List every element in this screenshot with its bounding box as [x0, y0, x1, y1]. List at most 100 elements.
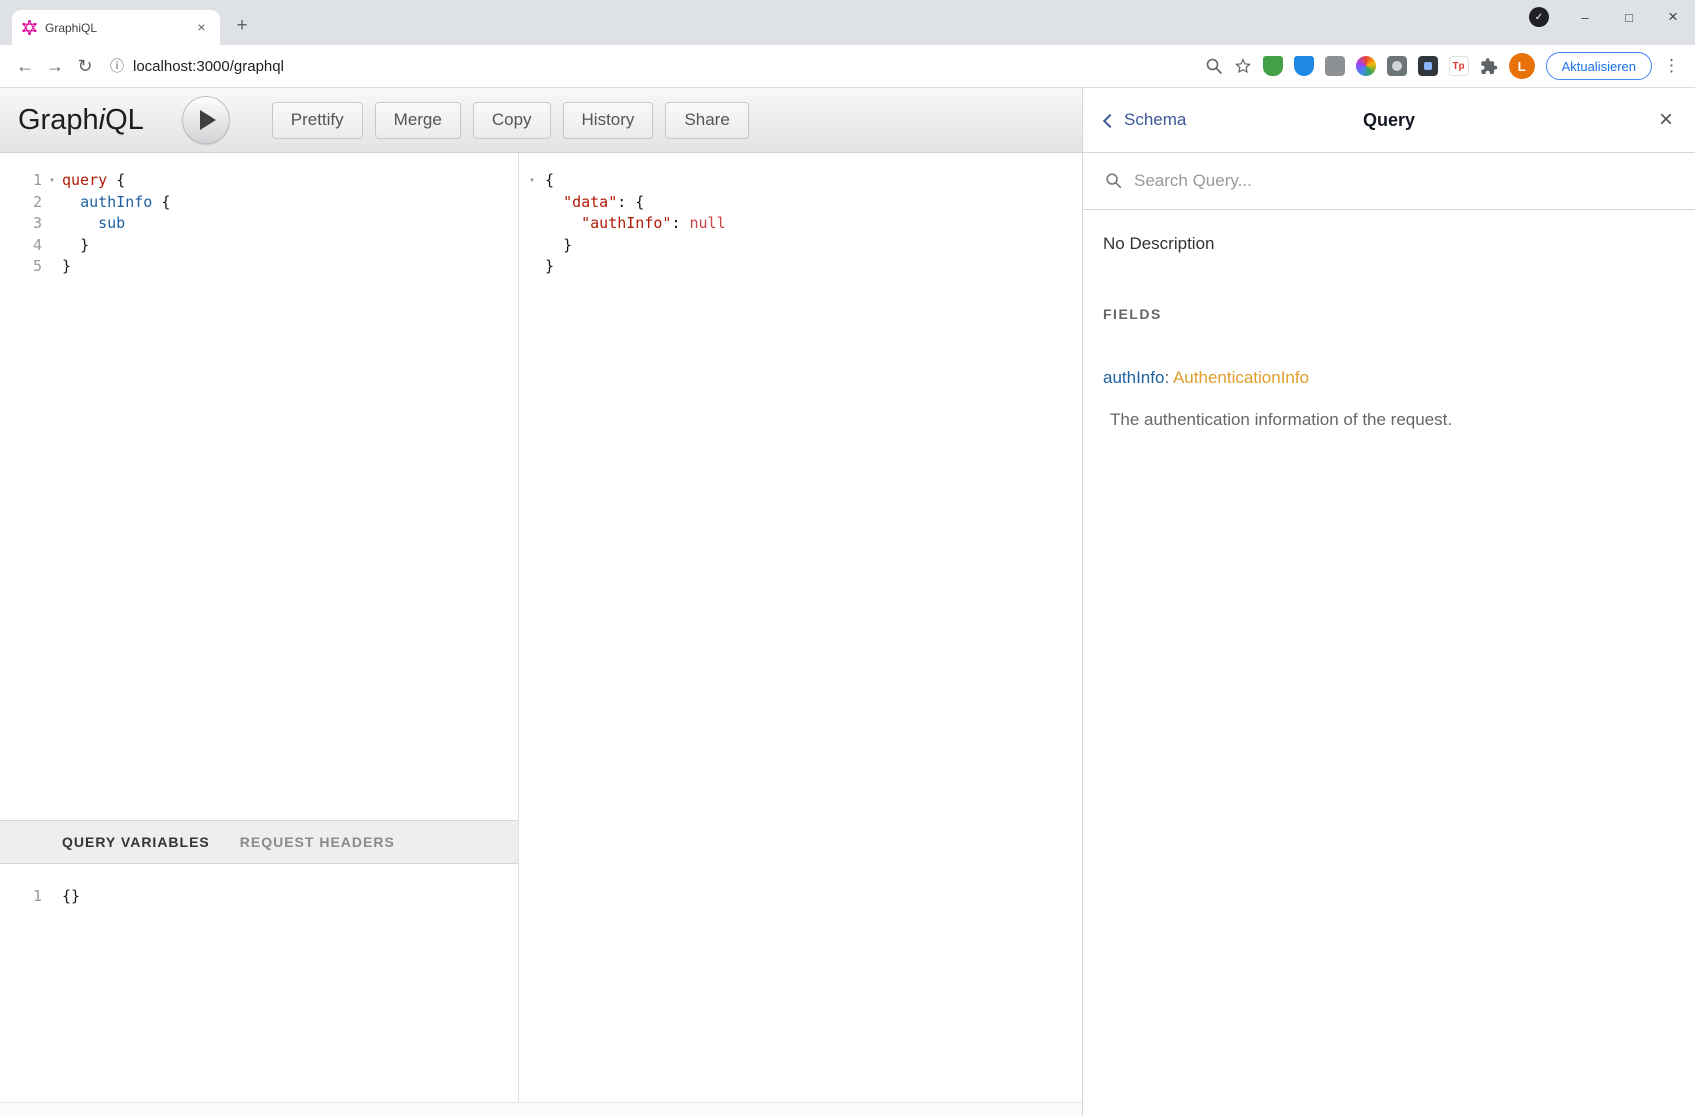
- code-line: "data": {: [519, 192, 1082, 214]
- fold-gutter: [519, 213, 545, 235]
- line-number: 2: [0, 192, 42, 214]
- navbar-actions: Tp L Aktualisieren ⋮: [1205, 52, 1685, 80]
- line-number: 3: [0, 213, 42, 235]
- horizontal-scrollbar[interactable]: [0, 1102, 1082, 1116]
- doc-body: No Description FIELDS authInfo: Authenti…: [1083, 210, 1695, 454]
- extension-icon-camera[interactable]: [1387, 56, 1407, 76]
- graphiql-app: GraphiQL Prettify Merge Copy History Share 1…: [0, 88, 1695, 1116]
- field-type-link[interactable]: AuthenticationInfo: [1173, 368, 1309, 387]
- code-line: 2 authInfo {: [0, 192, 518, 214]
- doc-search-input[interactable]: [1134, 171, 1673, 191]
- extension-icon-blue-shield[interactable]: [1294, 56, 1314, 76]
- fold-gutter: [42, 235, 62, 257]
- profile-avatar[interactable]: L: [1509, 53, 1535, 79]
- extensions-puzzle-icon[interactable]: [1480, 57, 1498, 75]
- result-viewer[interactable]: ▾{ "data": { "authInfo": null }}: [519, 153, 1082, 1102]
- line-number: 1: [0, 886, 42, 908]
- code-line: 3 sub: [0, 213, 518, 235]
- fold-gutter: [42, 886, 62, 908]
- fold-gutter: [519, 256, 545, 278]
- tab-close-icon[interactable]: ×: [193, 19, 210, 36]
- variables-tab-query-variables[interactable]: QUERY VARIABLES: [62, 834, 210, 850]
- browser-status-badge-icon[interactable]: ✓: [1529, 7, 1549, 27]
- page-info-icon[interactable]: ⓘ: [110, 56, 124, 76]
- field-name-link[interactable]: authInfo: [1103, 368, 1164, 387]
- line-number: 1: [0, 170, 42, 192]
- extension-icon-gray[interactable]: [1325, 56, 1345, 76]
- fold-gutter: [519, 192, 545, 214]
- doc-fields-list: authInfo: AuthenticationInfo The authenti…: [1103, 368, 1675, 430]
- code-line: ▾{: [519, 170, 1082, 192]
- refresh-extension-button[interactable]: Aktualisieren: [1546, 52, 1652, 80]
- browser-tab[interactable]: GraphiQL ×: [12, 10, 220, 45]
- forward-icon[interactable]: →: [40, 56, 70, 77]
- toolbar-button-copy[interactable]: Copy: [473, 102, 551, 139]
- play-icon: [200, 110, 216, 130]
- field-separator: :: [1164, 368, 1173, 387]
- code-line: 1{}: [0, 886, 518, 908]
- variables-editor[interactable]: 1{}: [0, 864, 518, 1102]
- code-line: 1▾query {: [0, 170, 518, 192]
- variables-tab-request-headers[interactable]: REQUEST HEADERS: [240, 834, 395, 850]
- new-tab-button[interactable]: +: [228, 12, 256, 40]
- address-bar[interactable]: ⓘ localhost:3000/graphql: [110, 56, 1205, 76]
- graphql-favicon-icon: [22, 20, 37, 35]
- fold-gutter: [42, 192, 62, 214]
- toolbar-button-share[interactable]: Share: [665, 102, 748, 139]
- fold-gutter: [519, 235, 545, 257]
- toolbar-button-merge[interactable]: Merge: [375, 102, 461, 139]
- doc-explorer-panel: Schema Query × No Description FIELDS aut…: [1082, 88, 1695, 1116]
- graphiql-toolbar: GraphiQL Prettify Merge Copy History Share: [0, 88, 1082, 153]
- fold-arrow-icon[interactable]: ▾: [42, 170, 62, 192]
- extension-icon-green-shield[interactable]: [1263, 56, 1283, 76]
- query-editor[interactable]: 1▾query {2 authInfo {3 sub4 }5}: [0, 153, 518, 820]
- bookmark-star-icon[interactable]: [1234, 57, 1252, 75]
- doc-back-label: Schema: [1124, 110, 1186, 130]
- fold-gutter: [42, 256, 62, 278]
- toolbar-button-prettify[interactable]: Prettify: [272, 102, 363, 139]
- doc-back-button[interactable]: Schema: [1105, 110, 1186, 130]
- fold-arrow-icon[interactable]: ▾: [519, 170, 545, 192]
- extension-icon-tp[interactable]: Tp: [1449, 56, 1469, 76]
- code-line: }: [519, 256, 1082, 278]
- search-icon: [1105, 172, 1123, 190]
- code-line: }: [519, 235, 1082, 257]
- toolbar-button-group: Prettify Merge Copy History Share: [272, 102, 749, 139]
- browser-navbar: ← → ↻ ⓘ localhost:3000/graphql Tp L: [0, 45, 1695, 88]
- tab-title: GraphiQL: [45, 21, 185, 35]
- doc-search-box[interactable]: [1083, 153, 1695, 210]
- graphiql-workspace: GraphiQL Prettify Merge Copy History Share 1…: [0, 88, 1082, 1116]
- fold-gutter: [42, 213, 62, 235]
- code-line: "authInfo": null: [519, 213, 1082, 235]
- window-minimize-button[interactable]: –: [1563, 0, 1607, 34]
- extension-icon-color-wheel[interactable]: [1356, 56, 1376, 76]
- doc-fields-header: FIELDS: [1103, 306, 1675, 322]
- query-pane: 1▾query {2 authInfo {3 sub4 }5} QUERY VA…: [0, 153, 519, 1102]
- window-controls: ✓ – □ ×: [1529, 0, 1695, 34]
- chevron-left-icon: [1103, 113, 1117, 127]
- zoom-icon[interactable]: [1205, 57, 1223, 75]
- doc-field-signature: authInfo: AuthenticationInfo: [1103, 368, 1675, 388]
- browser-menu-icon[interactable]: ⋮: [1663, 56, 1679, 76]
- editor-panes: 1▾query {2 authInfo {3 sub4 }5} QUERY VA…: [0, 153, 1082, 1102]
- variables-tab-bar: QUERY VARIABLES REQUEST HEADERS: [0, 820, 518, 864]
- graphiql-logo: GraphiQL: [18, 104, 144, 137]
- browser-window: GraphiQL × + ✓ – □ × ← → ↻ ⓘ localhost:3…: [0, 0, 1695, 1116]
- toolbar-button-history[interactable]: History: [563, 102, 654, 139]
- reload-icon[interactable]: ↻: [70, 56, 100, 77]
- line-number: 4: [0, 235, 42, 257]
- doc-description: No Description: [1103, 234, 1675, 254]
- execute-query-button[interactable]: [182, 96, 230, 144]
- extension-icon-dark[interactable]: [1418, 56, 1438, 76]
- code-line: 4 }: [0, 235, 518, 257]
- back-icon[interactable]: ←: [10, 56, 40, 77]
- line-number: 5: [0, 256, 42, 278]
- code-line: 5}: [0, 256, 518, 278]
- window-maximize-button[interactable]: □: [1607, 0, 1651, 34]
- url-text[interactable]: localhost:3000/graphql: [133, 58, 284, 75]
- field-description: The authentication information of the re…: [1103, 410, 1675, 430]
- browser-tab-strip: GraphiQL × + ✓ – □ ×: [0, 0, 1695, 45]
- doc-field-item: authInfo: AuthenticationInfo The authenti…: [1103, 368, 1675, 430]
- doc-close-button[interactable]: ×: [1659, 108, 1673, 132]
- window-close-button[interactable]: ×: [1651, 0, 1695, 34]
